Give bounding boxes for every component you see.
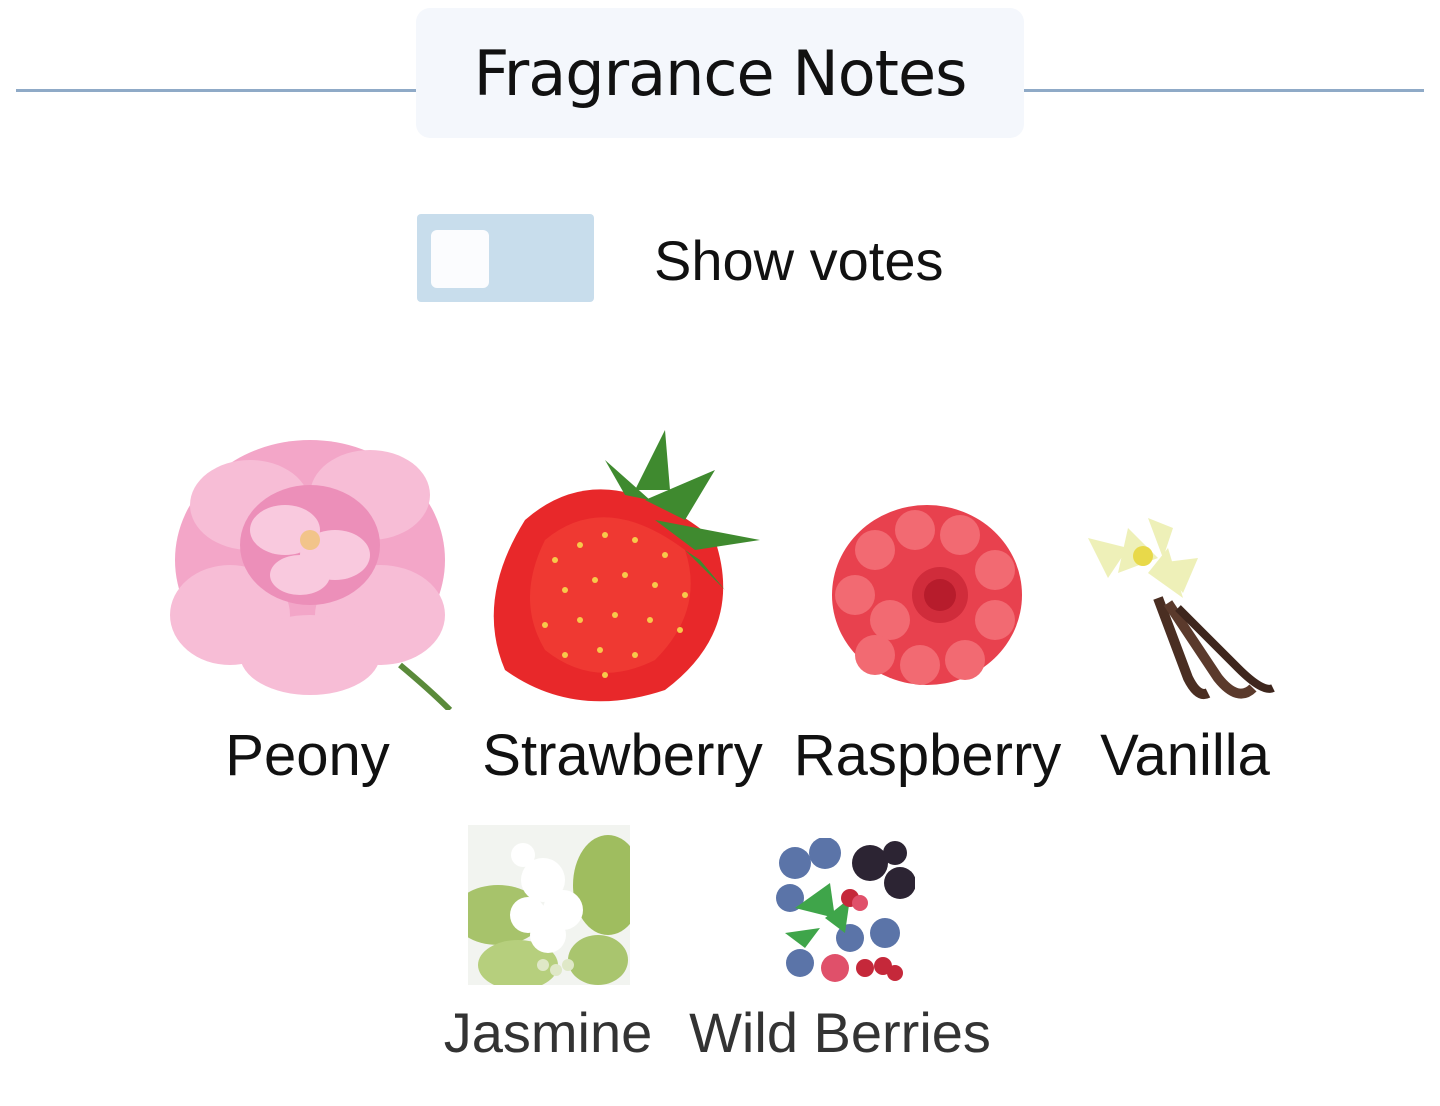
note-label[interactable]: Strawberry	[475, 722, 770, 789]
note-label[interactable]: Peony	[160, 722, 455, 789]
section-title-box: Fragrance Notes	[416, 8, 1024, 138]
jasmine-image[interactable]	[468, 825, 630, 985]
header-divider-left	[16, 89, 416, 92]
note-label[interactable]: Wild Berries	[670, 1000, 1010, 1065]
wild-berries-image[interactable]	[775, 838, 915, 985]
note-label[interactable]: Vanilla	[1070, 722, 1300, 789]
note-label[interactable]: Raspberry	[785, 722, 1070, 789]
strawberry-image[interactable]	[485, 430, 765, 710]
header-divider-right	[1024, 89, 1424, 92]
section-title: Fragrance Notes	[473, 36, 968, 110]
show-votes-toggle[interactable]	[417, 214, 594, 302]
toggle-knob[interactable]	[431, 230, 489, 288]
show-votes-label[interactable]: Show votes	[654, 228, 944, 294]
peony-image[interactable]	[160, 415, 455, 710]
note-label[interactable]: Jasmine	[428, 1000, 668, 1065]
vanilla-image[interactable]	[1088, 518, 1280, 710]
raspberry-image[interactable]	[815, 490, 1035, 710]
